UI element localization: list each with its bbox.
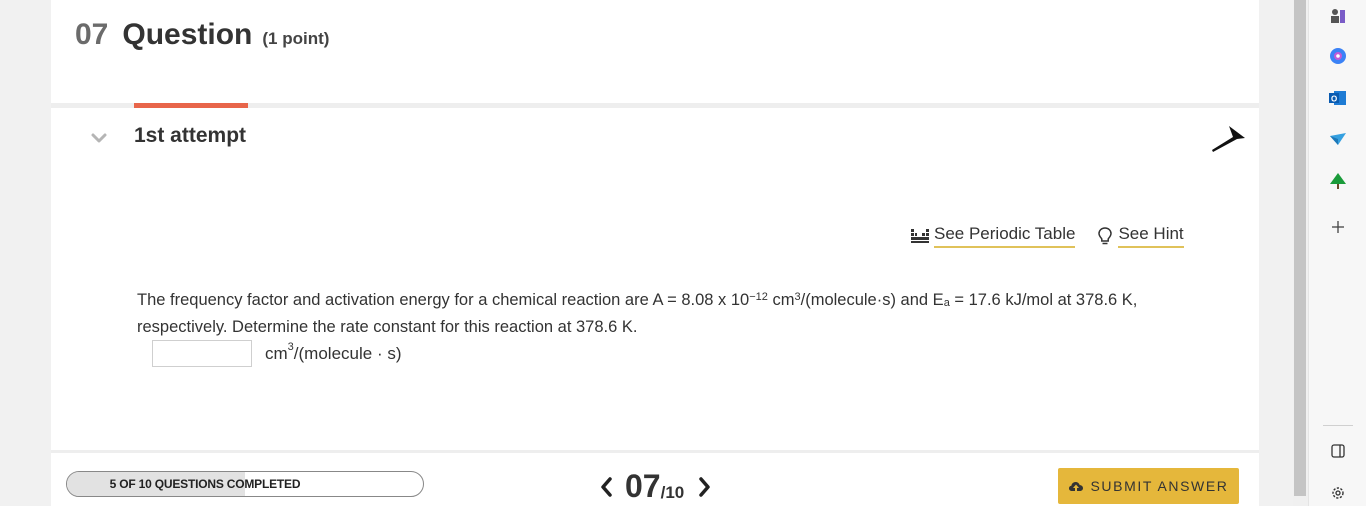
helper-links: See Periodic Table See Hint — [911, 224, 1184, 248]
next-question-button[interactable] — [694, 472, 716, 502]
answer-unit-base: cm — [265, 343, 288, 363]
copilot-icon[interactable] — [1327, 45, 1349, 67]
question-card: 07 Question (1 point) 1st attempt See Pe… — [51, 0, 1259, 506]
tree-icon[interactable] — [1327, 170, 1349, 192]
header-divider-accent — [134, 103, 248, 108]
left-gutter — [0, 0, 51, 506]
frequency-exponent: −12 — [749, 291, 768, 303]
gear-icon[interactable] — [1327, 482, 1349, 504]
question-points: (1 point) — [262, 29, 330, 48]
chess-pieces-icon[interactable] — [1327, 5, 1349, 27]
question-text: The frequency factor and activation ener… — [137, 287, 1177, 341]
footer-divider — [51, 450, 1259, 453]
submit-answer-button[interactable]: SUBMIT ANSWER — [1058, 468, 1239, 504]
question-title: Question — [122, 18, 253, 51]
answer-input[interactable] — [152, 340, 252, 367]
answer-row: cm3/(molecule · s) — [152, 340, 401, 367]
outlook-icon[interactable]: O — [1327, 87, 1349, 109]
sidebar-panel-icon[interactable] — [1327, 440, 1349, 462]
total-questions: /10 — [660, 482, 685, 502]
question-text-2: cm — [767, 291, 795, 309]
cloud-upload-icon — [1069, 481, 1084, 492]
question-number: 07 — [75, 18, 109, 51]
mouse-cursor-icon — [1212, 126, 1245, 152]
progress-label: 5 OF 10 QUESTIONS COMPLETED — [109, 477, 301, 491]
progress-bar: 5 OF 10 QUESTIONS COMPLETED — [66, 471, 424, 497]
chevron-down-icon[interactable] — [89, 128, 109, 148]
chevron-right-icon — [699, 476, 710, 497]
previous-question-button[interactable] — [595, 472, 617, 502]
current-question-number: 07 — [625, 468, 661, 504]
scrollbar-thumb[interactable] — [1294, 0, 1306, 496]
send-icon[interactable] — [1327, 128, 1349, 150]
chevron-left-icon — [601, 476, 612, 497]
submit-answer-label: SUBMIT ANSWER — [1090, 478, 1229, 494]
periodic-table-label: See Periodic Table — [934, 224, 1076, 248]
browser-sidebar: O — [1308, 0, 1366, 506]
answer-unit: cm3/(molecule · s) — [265, 340, 402, 364]
right-gutter — [1259, 0, 1293, 506]
question-text-3: /(molecule·s) and E — [800, 291, 944, 309]
question-header: 07 Question (1 point) — [75, 18, 329, 52]
answer-unit-rest: /(molecule · s) — [293, 343, 402, 363]
periodic-table-icon — [911, 229, 929, 243]
question-text-1: The frequency factor and activation ener… — [137, 291, 750, 309]
unit-exponent: 3 — [794, 291, 801, 303]
lightbulb-icon — [1098, 227, 1113, 245]
hint-link[interactable]: See Hint — [1097, 224, 1184, 248]
periodic-table-link[interactable]: See Periodic Table — [911, 224, 1076, 248]
hint-label: See Hint — [1118, 224, 1184, 248]
attempt-label[interactable]: 1st attempt — [134, 124, 246, 148]
question-pager: 07 /10 — [595, 468, 716, 505]
sidebar-separator — [1323, 425, 1353, 426]
svg-text:O: O — [1331, 95, 1337, 104]
answer-unit-exponent: 3 — [287, 340, 294, 353]
energy-subscript: a — [943, 297, 950, 309]
add-icon[interactable] — [1327, 216, 1349, 238]
